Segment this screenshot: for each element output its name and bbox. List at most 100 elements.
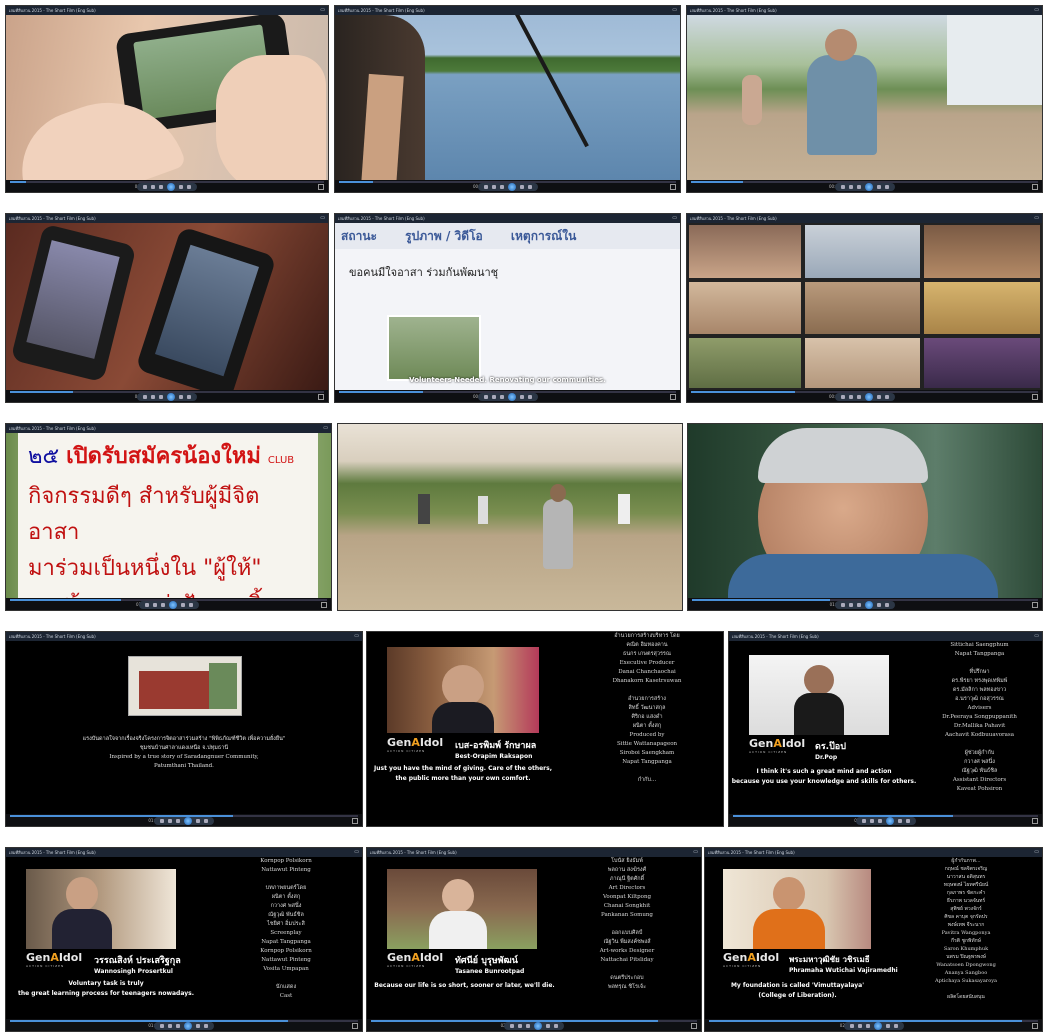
stop-icon[interactable] — [151, 185, 155, 189]
play-button[interactable] — [507, 183, 516, 191]
fullscreen-icon[interactable] — [1032, 818, 1038, 824]
shuffle-icon[interactable] — [143, 185, 147, 189]
shuffle-icon[interactable] — [143, 395, 147, 399]
next-icon[interactable] — [196, 819, 200, 823]
next-icon[interactable] — [519, 185, 524, 189]
pause-button[interactable] — [184, 1022, 192, 1030]
play-button[interactable] — [167, 183, 175, 191]
prev-icon[interactable] — [159, 395, 163, 399]
stop-icon[interactable] — [518, 1024, 522, 1028]
next-icon[interactable] — [180, 603, 185, 607]
stop-icon[interactable] — [152, 603, 157, 607]
play-button[interactable] — [864, 393, 873, 401]
volume-icon[interactable] — [885, 603, 889, 607]
volume-icon[interactable] — [204, 819, 208, 823]
window-controls-icon[interactable]: ▭ — [1034, 632, 1039, 641]
shuffle-icon[interactable] — [861, 819, 866, 823]
play-button[interactable] — [864, 183, 873, 191]
window-controls-icon[interactable]: ▭ — [354, 848, 359, 857]
stop-icon[interactable] — [848, 395, 853, 399]
prev-icon[interactable] — [856, 185, 861, 189]
shuffle-icon[interactable] — [841, 603, 845, 607]
prev-icon[interactable] — [176, 819, 180, 823]
shuffle-icon[interactable] — [840, 185, 845, 189]
stop-icon[interactable] — [857, 1024, 862, 1028]
fullscreen-icon[interactable] — [321, 602, 327, 608]
prev-icon[interactable] — [857, 603, 861, 607]
window-controls-icon[interactable]: ▭ — [672, 214, 677, 223]
play-button[interactable] — [168, 601, 177, 609]
next-icon[interactable] — [876, 185, 881, 189]
pause-button[interactable] — [885, 817, 894, 825]
stop-icon[interactable] — [869, 819, 874, 823]
fullscreen-icon[interactable] — [691, 1023, 697, 1029]
window-controls-icon[interactable]: ▭ — [693, 848, 698, 857]
window-controls-icon[interactable]: ▭ — [1034, 848, 1039, 857]
fullscreen-icon[interactable] — [670, 394, 676, 400]
shuffle-icon[interactable] — [160, 1024, 164, 1028]
volume-icon[interactable] — [527, 395, 532, 399]
prev-icon[interactable] — [499, 395, 504, 399]
volume-icon[interactable] — [188, 603, 193, 607]
next-icon[interactable] — [179, 185, 183, 189]
fullscreen-icon[interactable] — [318, 394, 324, 400]
window-controls-icon[interactable]: ▭ — [1034, 214, 1039, 223]
next-icon[interactable] — [877, 603, 881, 607]
fullscreen-icon[interactable] — [1032, 184, 1038, 190]
next-icon[interactable] — [885, 1024, 890, 1028]
volume-icon[interactable] — [893, 1024, 898, 1028]
stop-icon[interactable] — [491, 185, 496, 189]
next-icon[interactable] — [897, 819, 902, 823]
volume-icon[interactable] — [527, 185, 532, 189]
prev-icon[interactable] — [160, 603, 165, 607]
prev-icon[interactable] — [159, 185, 163, 189]
stop-icon[interactable] — [849, 603, 853, 607]
next-icon[interactable] — [519, 395, 524, 399]
fullscreen-icon[interactable] — [1032, 602, 1038, 608]
volume-icon[interactable] — [905, 819, 910, 823]
volume-icon[interactable] — [187, 185, 191, 189]
shuffle-icon[interactable] — [144, 603, 149, 607]
window-controls-icon[interactable]: ▭ — [1034, 6, 1039, 15]
next-icon[interactable] — [179, 395, 183, 399]
play-button[interactable] — [167, 393, 175, 401]
prev-icon[interactable] — [877, 819, 882, 823]
window-controls-icon[interactable]: ▭ — [354, 632, 359, 641]
shuffle-icon[interactable] — [849, 1024, 854, 1028]
volume-icon[interactable] — [884, 185, 889, 189]
volume-icon[interactable] — [884, 395, 889, 399]
next-icon[interactable] — [196, 1024, 200, 1028]
fullscreen-icon[interactable] — [318, 184, 324, 190]
fullscreen-icon[interactable] — [670, 184, 676, 190]
prev-icon[interactable] — [176, 1024, 180, 1028]
shuffle-icon[interactable] — [840, 395, 845, 399]
play-button[interactable] — [507, 393, 516, 401]
next-icon[interactable] — [876, 395, 881, 399]
next-icon[interactable] — [546, 1024, 550, 1028]
shuffle-icon[interactable] — [483, 185, 488, 189]
prev-icon[interactable] — [526, 1024, 530, 1028]
window-controls-icon[interactable]: ▭ — [320, 214, 325, 223]
fullscreen-icon[interactable] — [1032, 1023, 1038, 1029]
tab-status[interactable]: สถานะ — [341, 229, 377, 243]
volume-icon[interactable] — [187, 395, 191, 399]
volume-icon[interactable] — [204, 1024, 208, 1028]
stop-icon[interactable] — [491, 395, 496, 399]
prev-icon[interactable] — [856, 395, 861, 399]
tab-life-event[interactable]: เหตุการณ์ใน — [511, 229, 576, 243]
stop-icon[interactable] — [151, 395, 155, 399]
fullscreen-icon[interactable] — [352, 818, 358, 824]
stop-icon[interactable] — [848, 185, 853, 189]
fullscreen-icon[interactable] — [1032, 394, 1038, 400]
play-button[interactable] — [873, 1022, 882, 1030]
fullscreen-icon[interactable] — [352, 1023, 358, 1029]
window-controls-icon[interactable]: ▭ — [320, 6, 325, 15]
prev-icon[interactable] — [499, 185, 504, 189]
window-controls-icon[interactable]: ▭ — [672, 6, 677, 15]
play-button[interactable] — [534, 1022, 542, 1030]
shuffle-icon[interactable] — [510, 1024, 514, 1028]
tab-photo-video[interactable]: รูปภาพ / วิดีโอ — [405, 229, 483, 243]
volume-icon[interactable] — [554, 1024, 558, 1028]
stop-icon[interactable] — [168, 819, 172, 823]
pause-button[interactable] — [184, 817, 192, 825]
